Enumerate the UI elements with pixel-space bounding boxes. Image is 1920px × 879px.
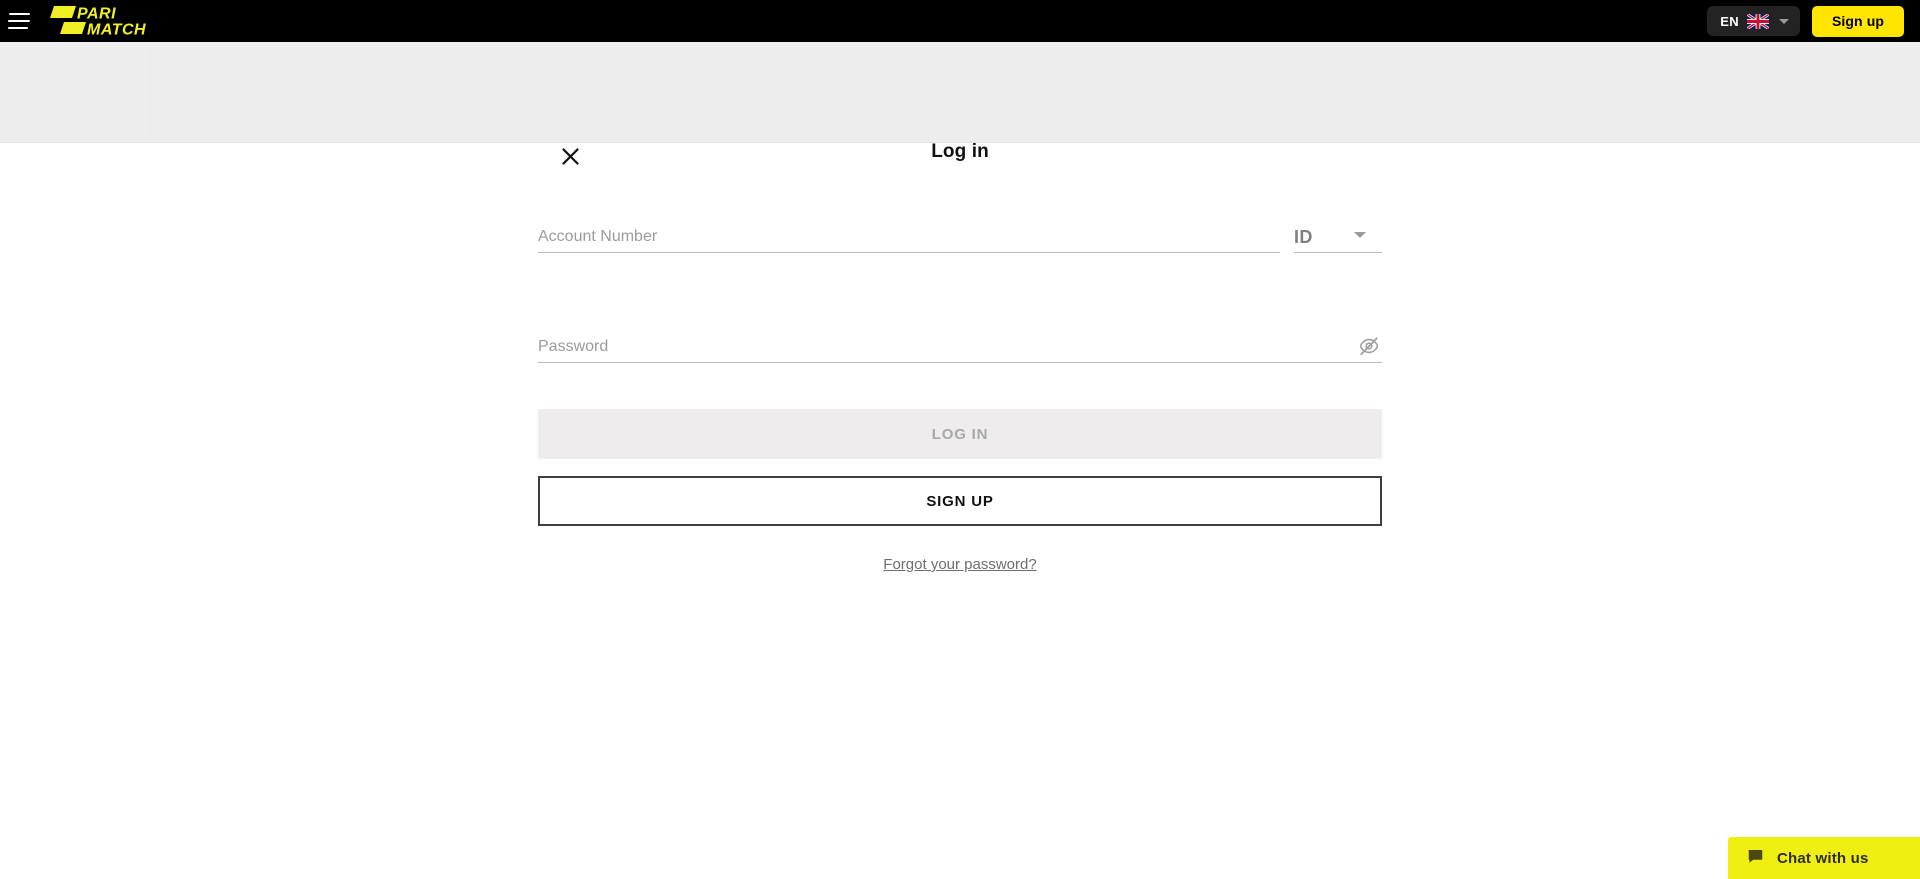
- chat-bubble-icon: [1746, 847, 1765, 870]
- password-input[interactable]: [538, 338, 1382, 362]
- parimatch-logo[interactable]: PARI MATCH: [50, 4, 160, 38]
- signup-button-form[interactable]: SIGN UP: [538, 476, 1382, 526]
- chevron-down-icon: [1778, 18, 1789, 24]
- language-selector[interactable]: EN: [1707, 6, 1800, 36]
- top-navigation-bar: PARI MATCH EN Sign up: [0, 0, 1920, 42]
- hamburger-line: [9, 13, 30, 15]
- signup-button-header[interactable]: Sign up: [1811, 5, 1904, 37]
- topbar-right-group: EN Sign up: [1707, 5, 1904, 37]
- account-type-select[interactable]: ID: [1294, 220, 1382, 253]
- hamburger-menu-icon[interactable]: [8, 13, 30, 29]
- account-number-row: ID: [538, 220, 1382, 253]
- password-field[interactable]: [538, 330, 1382, 363]
- forgot-password-link[interactable]: Forgot your password?: [538, 555, 1382, 574]
- language-code-label: EN: [1720, 13, 1739, 29]
- chat-widget-label: Chat with us: [1777, 849, 1869, 867]
- hamburger-line: [8, 27, 28, 29]
- uk-flag-icon: [1746, 13, 1769, 29]
- caret-down-icon: [1354, 232, 1366, 238]
- account-type-value: ID: [1294, 227, 1313, 247]
- login-submit-button[interactable]: LOG IN: [538, 409, 1382, 459]
- header-seam-divider: [150, 42, 151, 143]
- login-modal-header: Log in: [0, 42, 1920, 165]
- login-form: ID LOG IN SIGN UP Forgot your password?: [538, 143, 1382, 574]
- svg-text:MATCH: MATCH: [87, 22, 146, 39]
- account-number-field[interactable]: [538, 220, 1280, 253]
- chat-widget[interactable]: Chat with us: [1728, 837, 1920, 879]
- eye-off-icon[interactable]: [1356, 333, 1382, 359]
- svg-text:PARI: PARI: [77, 6, 116, 23]
- hamburger-line: [8, 20, 30, 22]
- password-row: [538, 330, 1382, 363]
- account-number-input[interactable]: [538, 228, 1280, 252]
